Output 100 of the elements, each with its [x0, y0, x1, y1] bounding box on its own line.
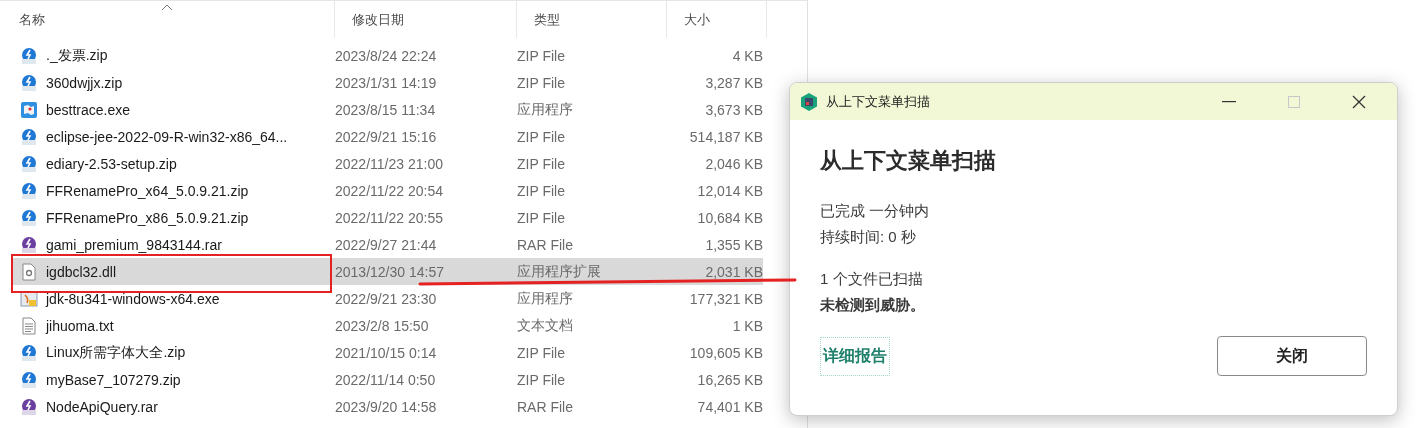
file-name: Linux所需字体大全.zip — [46, 343, 186, 362]
zip-archive-icon — [20, 181, 38, 200]
modified-date: 2022/11/23 21:00 — [335, 155, 444, 172]
file-type: ZIP File — [517, 209, 566, 226]
file-row[interactable]: jihuoma.txt 2023/2/8 15:50 文本文档 1 KB — [12, 312, 763, 339]
file-size: 2,031 KB — [704, 263, 763, 280]
file-size: 3,287 KB — [704, 74, 763, 91]
file-size: 109,605 KB — [688, 344, 763, 361]
rar-archive-icon — [20, 235, 38, 254]
file-type: ZIP File — [517, 47, 566, 64]
file-row[interactable]: igdbcl32.dll 2013/12/30 14:57 应用程序扩展 2,031 KB — [12, 258, 763, 285]
file-size: 1 KB — [731, 317, 763, 334]
file-row[interactable]: Linux所需字体大全.zip 2021/10/15 0:14 ZIP File 109,605 KB — [12, 339, 763, 366]
file-name: NodeApiQuery.rar — [46, 398, 158, 415]
file-row[interactable]: FFRenamePro_x64_5.0.9.21.zip 2022/11/22 20:54 ZIP File 12,014 KB — [12, 177, 763, 204]
column-header[interactable]: 大小 — [667, 1, 767, 38]
modified-date: 2022/11/22 20:55 — [335, 209, 444, 226]
file-size: 4 KB — [731, 47, 763, 64]
modified-date: 2023/9/20 14:58 — [335, 398, 438, 415]
sort-up-icon — [161, 3, 173, 11]
file-name: FFRenamePro_x86_5.0.9.21.zip — [46, 209, 249, 226]
file-type: ZIP File — [517, 371, 566, 388]
dialog-heading: 从上下文菜单扫描 — [820, 147, 997, 175]
rar-archive-icon — [20, 397, 38, 416]
zip-archive-icon — [20, 154, 38, 173]
file-size: 2,046 KB — [704, 155, 763, 172]
file-type: 应用程序 — [517, 289, 574, 308]
file-type: 应用程序扩展 — [517, 262, 602, 281]
file-name: myBase7_107279.zip — [46, 371, 181, 388]
file-row[interactable]: ediary-2.53-setup.zip 2022/11/23 21:00 ZIP File 2,046 KB — [12, 150, 763, 177]
file-type: 应用程序 — [517, 100, 574, 119]
file-name: jihuoma.txt — [46, 317, 114, 334]
file-type: 文本文档 — [517, 316, 574, 335]
file-type: ZIP File — [517, 155, 566, 172]
modified-date: 2022/11/22 20:54 — [335, 182, 444, 199]
scanned-count: 1 个文件已扫描 — [820, 269, 924, 289]
map-app-icon — [20, 100, 38, 119]
scan-duration: 持续时间: 0 秒 — [820, 227, 917, 247]
file-size: 514,187 KB — [688, 128, 763, 145]
shield-app-icon — [800, 91, 818, 112]
modified-date: 2013/12/30 14:57 — [335, 263, 445, 280]
file-type: ZIP File — [517, 128, 566, 145]
modified-date: 2022/9/27 21:44 — [335, 236, 438, 253]
zip-archive-icon — [20, 208, 38, 227]
modified-date: 2021/10/15 0:14 — [335, 344, 438, 361]
report-link[interactable]: 详细报告 — [820, 336, 890, 376]
file-size: 12,014 KB — [696, 182, 763, 199]
modified-date: 2023/8/24 22:24 — [335, 47, 438, 64]
modified-date: 2023/8/15 11:34 — [335, 101, 437, 118]
minimize-icon[interactable] — [1221, 100, 1236, 103]
file-size: 1,355 KB — [704, 236, 763, 253]
file-row[interactable]: eclipse-jee-2022-09-R-win32-x86_64... 2022/9/21 15:16 ZIP File 514,187 KB — [12, 123, 763, 150]
close-icon[interactable] — [1351, 94, 1366, 109]
file-type: ZIP File — [517, 344, 566, 361]
modified-date: 2023/2/8 15:50 — [335, 317, 430, 334]
file-row[interactable]: 360dwjjx.zip 2023/1/31 14:19 ZIP File 3,287 KB — [12, 69, 763, 96]
file-row[interactable]: gami_premium_9843144.rar 2022/9/27 21:44 RAR File 1,355 KB — [12, 231, 763, 258]
file-name: FFRenamePro_x64_5.0.9.21.zip — [46, 182, 249, 199]
file-row[interactable]: besttrace.exe 2023/8/15 11:34 应用程序 3,673 KB — [12, 96, 763, 123]
file-size: 10,684 KB — [696, 209, 763, 226]
file-size: 3,673 KB — [704, 101, 763, 118]
gear-file-icon — [20, 262, 38, 281]
file-name: igdbcl32.dll — [46, 263, 117, 280]
text-file-icon — [20, 316, 38, 335]
file-size: 16,265 KB — [696, 371, 763, 388]
maximize-icon — [1287, 95, 1300, 108]
file-name: besttrace.exe — [46, 101, 131, 118]
file-row[interactable]: ._发票.zip 2023/8/24 22:24 ZIP File 4 KB — [12, 42, 763, 69]
modified-date: 2022/11/14 0:50 — [335, 371, 437, 388]
file-name: 360dwjjx.zip — [46, 74, 123, 91]
file-row[interactable]: FFRenamePro_x86_5.0.9.21.zip 2022/11/22 20:55 ZIP File 10,684 KB — [12, 204, 763, 231]
file-type: RAR File — [517, 398, 574, 415]
zip-archive-icon — [20, 343, 38, 362]
file-name: ediary-2.53-setup.zip — [46, 155, 177, 172]
scan-result: 未检测到威胁。 — [820, 295, 926, 315]
modified-date: 2023/1/31 14:19 — [335, 74, 438, 91]
close-button[interactable]: 关闭 — [1217, 336, 1367, 376]
file-name: gami_premium_9843144.rar — [46, 236, 222, 253]
zip-archive-icon — [20, 370, 38, 389]
column-header[interactable]: 名称 — [0, 1, 335, 38]
modified-date: 2022/9/21 23:30 — [335, 290, 438, 307]
file-size: 74,401 KB — [696, 398, 763, 415]
zip-archive-icon — [20, 46, 38, 65]
scan-status: 已完成 一分钟内 — [820, 201, 931, 221]
file-row[interactable]: NodeApiQuery.rar 2023/9/20 14:58 RAR File 74,401 KB — [12, 393, 763, 420]
column-header[interactable]: 修改日期 — [335, 1, 517, 38]
column-header[interactable]: 类型 — [517, 1, 667, 38]
file-name: ._发票.zip — [46, 46, 108, 65]
file-name: eclipse-jee-2022-09-R-win32-x86_64... — [46, 128, 288, 145]
modified-date: 2022/9/21 15:16 — [335, 128, 438, 145]
file-size: 177,321 KB — [688, 290, 763, 307]
file-type: ZIP File — [517, 74, 566, 91]
file-type: ZIP File — [517, 182, 566, 199]
zip-archive-icon — [20, 127, 38, 146]
window-title: 从上下文菜单扫描 — [826, 92, 931, 111]
file-name: jdk-8u341-windows-x64.exe — [46, 290, 220, 307]
file-row[interactable]: myBase7_107279.zip 2022/11/14 0:50 ZIP File 16,265 KB — [12, 366, 763, 393]
file-type: RAR File — [517, 236, 574, 253]
file-row[interactable]: jdk-8u341-windows-x64.exe 2022/9/21 23:30 应用程序 177,321 KB — [12, 285, 763, 312]
zip-archive-icon — [20, 73, 38, 92]
